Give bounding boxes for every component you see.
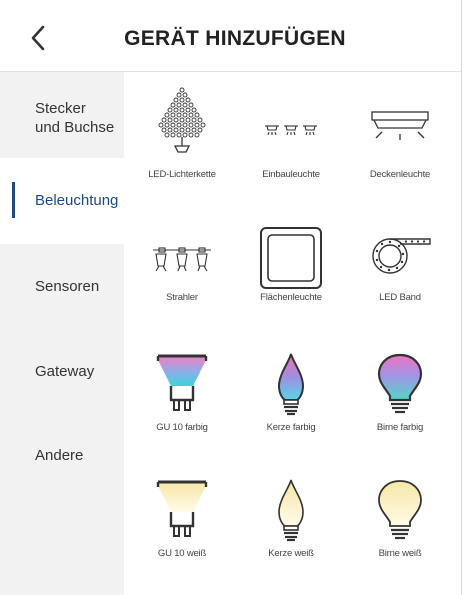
device-label: Strahler <box>166 292 198 303</box>
candle-white-icon <box>278 479 304 542</box>
sidebar-item-label: Stecker und Buchse <box>35 100 115 136</box>
device-label: LED-Lichterkette <box>148 169 216 180</box>
device-grid: LED-Lichterkette Einbauleuchte Deckenleu… <box>124 72 462 595</box>
device-label: LED Band <box>379 292 421 303</box>
page-title: GERÄT HINZUFÜGEN <box>124 27 346 50</box>
device-tile-strahler[interactable]: Strahler <box>127 222 237 332</box>
device-tile-kerze-weiss[interactable]: Kerze weiß <box>236 474 346 584</box>
sidebar-item-label: Andere <box>35 447 84 464</box>
device-label: Birne farbig <box>376 422 424 433</box>
gu10-color-icon <box>156 354 208 411</box>
recessed-light-icon <box>265 125 317 136</box>
device-tile-led-band[interactable]: LED Band <box>345 222 455 332</box>
candle-color-icon <box>277 353 305 416</box>
device-label: Flächenleuchte <box>260 292 322 303</box>
header-bar: GERÄT HINZUFÜGEN <box>0 0 462 72</box>
device-tile-birne-weiss[interactable]: Birne weiß <box>345 474 455 584</box>
device-tile-deckenleuchte[interactable]: Deckenleuchte <box>345 86 455 196</box>
sidebar-item-label: Gateway <box>35 363 95 380</box>
ceiling-light-icon <box>371 111 429 140</box>
device-label: Deckenleuchte <box>369 169 431 180</box>
panel-light-icon <box>260 227 322 289</box>
sidebar-item-andere[interactable]: Andere <box>0 412 124 496</box>
device-tile-birne-farbig[interactable]: Birne farbig <box>345 348 455 458</box>
device-label: Kerze farbig <box>266 422 316 433</box>
led-string-icon <box>158 87 206 153</box>
device-label: Birne weiß <box>378 548 422 559</box>
device-label: Einbauleuchte <box>262 169 320 180</box>
gu10-white-icon <box>156 480 208 537</box>
device-label: Kerze weiß <box>268 548 314 559</box>
device-tile-einbauleuchte[interactable]: Einbauleuchte <box>236 86 346 196</box>
device-tile-kerze-farbig[interactable]: Kerze farbig <box>236 348 346 458</box>
sidebar-item-label: Sensoren <box>35 278 100 295</box>
sidebar-item-stecker[interactable]: Stecker und Buchse <box>0 72 124 158</box>
device-label: GU 10 weiß <box>157 548 207 559</box>
led-strip-icon <box>372 238 431 274</box>
category-sidebar: Stecker und Buchse Beleuchtung Sensoren … <box>0 72 124 595</box>
device-tile-led-lichterkette[interactable]: LED-Lichterkette <box>127 86 237 196</box>
spotlight-icon <box>153 247 211 272</box>
sidebar-item-label: Beleuchtung <box>35 192 119 209</box>
device-tile-flaechenleuchte[interactable]: Flächenleuchte <box>236 222 346 332</box>
sidebar-item-beleuchtung[interactable]: Beleuchtung <box>0 158 124 244</box>
device-tile-gu10-weiss[interactable]: GU 10 weiß <box>127 474 237 584</box>
device-tile-gu10-farbig[interactable]: GU 10 farbig <box>127 348 237 458</box>
device-label: GU 10 farbig <box>156 422 208 433</box>
sidebar-item-gateway[interactable]: Gateway <box>0 328 124 412</box>
sidebar-item-sensoren[interactable]: Sensoren <box>0 244 124 328</box>
bulb-white-icon <box>378 480 422 540</box>
bulb-color-icon <box>377 353 423 414</box>
active-indicator <box>12 182 15 218</box>
